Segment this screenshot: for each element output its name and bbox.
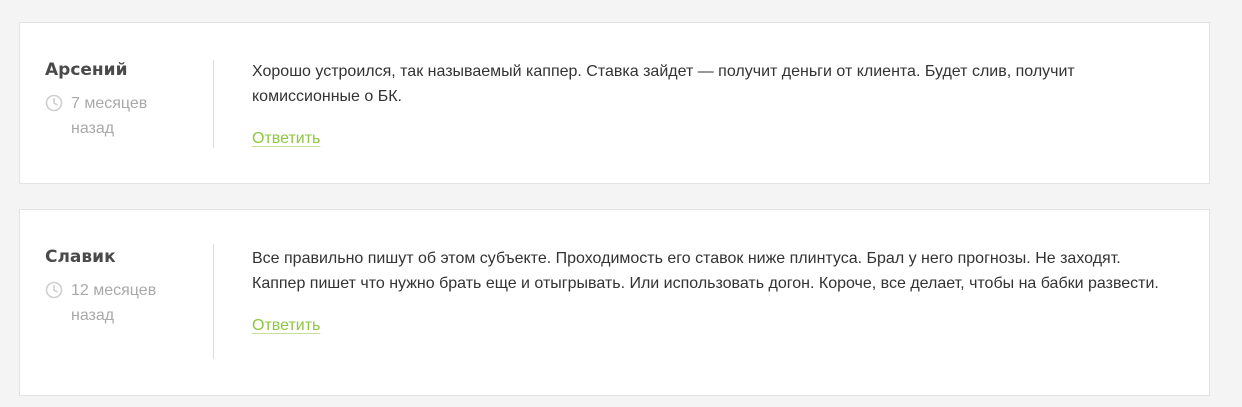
comment-text: Все правильно пишут об этом субъекте. Пр… bbox=[252, 250, 1159, 292]
comment-date-row: 12 месяцев назад bbox=[45, 278, 195, 328]
reply-link[interactable]: Ответить bbox=[252, 128, 320, 150]
comment-body: Хорошо устроился, так называемый каппер.… bbox=[252, 59, 1172, 150]
comment-date: 12 месяцев назад bbox=[71, 282, 157, 324]
comment-divider bbox=[213, 60, 214, 148]
comment-meta: Арсений 7 месяцев назад bbox=[45, 59, 195, 141]
clock-icon bbox=[45, 94, 63, 112]
comment-card: Славик 12 месяцев назад Все правильно пи… bbox=[19, 209, 1210, 396]
reply-link[interactable]: Ответить bbox=[252, 315, 320, 337]
comment-date-row: 7 месяцев назад bbox=[45, 91, 195, 141]
comment-author: Арсений bbox=[45, 60, 128, 80]
clock-icon bbox=[45, 281, 63, 299]
comment-date: 7 месяцев назад bbox=[71, 95, 148, 137]
comment-body: Все правильно пишут об этом субъекте. Пр… bbox=[252, 246, 1172, 337]
comment-author: Славик bbox=[45, 247, 116, 267]
comment-text: Хорошо устроился, так называемый каппер.… bbox=[252, 63, 1075, 105]
comment-divider bbox=[213, 244, 214, 359]
comment-meta: Славик 12 месяцев назад bbox=[45, 246, 195, 328]
comment-card: Арсений 7 месяцев назад Хорошо устроился… bbox=[19, 22, 1210, 184]
comments-list: Арсений 7 месяцев назад Хорошо устроился… bbox=[0, 0, 1242, 407]
